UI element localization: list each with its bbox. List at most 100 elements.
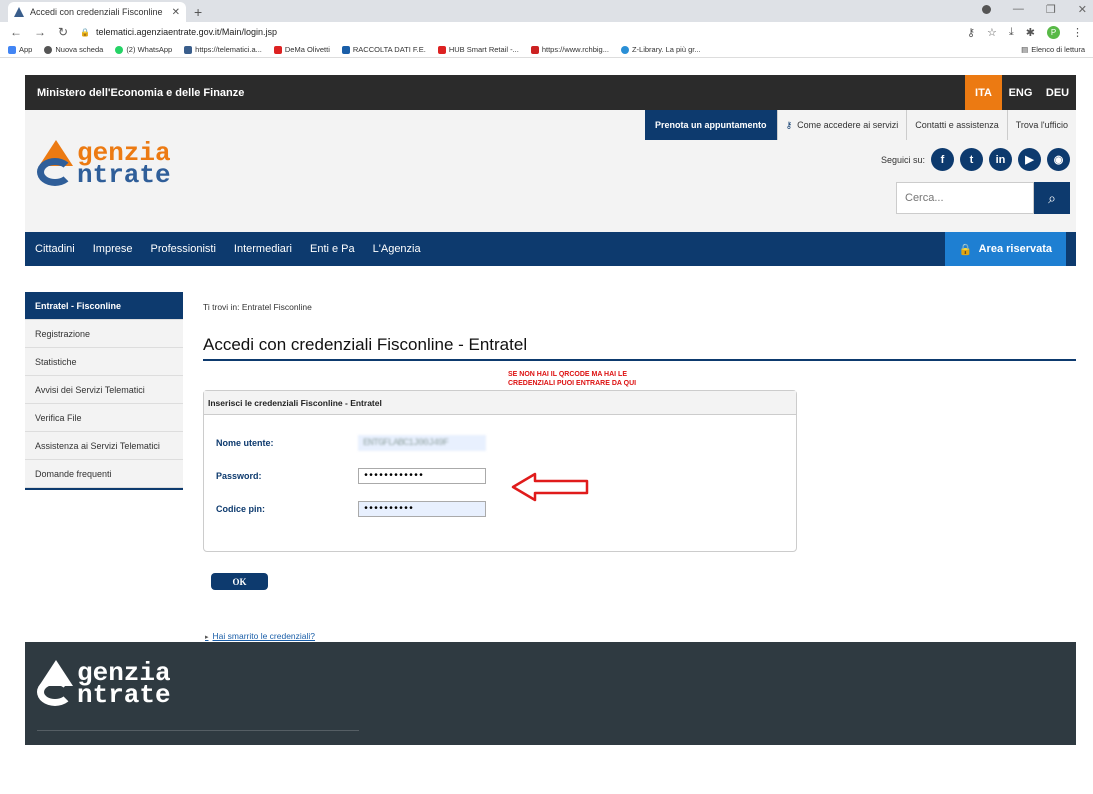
bookmark-item[interactable]: DeMa Olivetti bbox=[273, 45, 330, 54]
facebook-icon[interactable]: f bbox=[931, 148, 954, 171]
chevron-right-icon: ▸ bbox=[205, 634, 209, 641]
reload-button[interactable]: ↻ bbox=[58, 25, 68, 39]
footer-divider bbox=[37, 730, 359, 731]
zlibrary-icon bbox=[620, 45, 629, 54]
bookmark-item[interactable]: https://www.rchbig... bbox=[530, 45, 609, 54]
ministry-name[interactable]: Ministero dell'Economia e delle Finanze bbox=[37, 87, 244, 99]
linkedin-icon[interactable]: in bbox=[989, 148, 1012, 171]
bookmark-apps[interactable]: App bbox=[8, 45, 32, 54]
nav-agenzia[interactable]: L'Agenzia bbox=[373, 243, 421, 255]
agenzia-logo-icon bbox=[37, 660, 75, 708]
extensions-icon[interactable]: ✱ bbox=[1026, 26, 1035, 39]
footer-logo[interactable]: genzia ntrate bbox=[37, 660, 171, 708]
profile-avatar[interactable]: P bbox=[1047, 25, 1060, 39]
browser-tabbar: Accedi con credenziali Fisconline ✕ + — … bbox=[0, 0, 1093, 22]
reading-list-icon: ▤ bbox=[1021, 45, 1029, 54]
site-footer: genzia ntrate bbox=[25, 642, 1076, 745]
olivetti-icon bbox=[273, 45, 282, 54]
nav-professionisti[interactable]: Professionisti bbox=[151, 243, 216, 255]
annotation-note: SE NON HAI IL QRCODE MA HAI LE CREDENZIA… bbox=[508, 371, 637, 387]
trova-ufficio-link[interactable]: Trova l'ufficio bbox=[1006, 110, 1076, 140]
contatti-link[interactable]: Contatti e assistenza bbox=[906, 110, 1007, 140]
close-tab-icon[interactable]: ✕ bbox=[172, 7, 180, 18]
lang-ita[interactable]: ITA bbox=[965, 75, 1002, 110]
hub-icon bbox=[437, 45, 446, 54]
minimize-button[interactable]: — bbox=[1013, 3, 1024, 16]
prenota-button[interactable]: Prenota un appuntamento bbox=[645, 110, 777, 140]
menu-icon[interactable]: ⋮ bbox=[1072, 26, 1083, 39]
sidebar-item-assistenza[interactable]: Assistenza ai Servizi Telematici bbox=[25, 432, 183, 460]
agenzia-logo-icon bbox=[37, 140, 75, 188]
password-field[interactable]: •••••••••••• bbox=[358, 468, 486, 484]
nav-cittadini[interactable]: Cittadini bbox=[35, 243, 75, 255]
ministry-bar: Ministero dell'Economia e delle Finanze … bbox=[25, 75, 1076, 110]
sidebar-item-domande[interactable]: Domande frequenti bbox=[25, 460, 183, 488]
username-label: Nome utente: bbox=[216, 438, 274, 448]
key-icon[interactable]: ⚷ bbox=[967, 26, 975, 39]
breadcrumb: Ti trovi in: Entratel Fisconline bbox=[203, 302, 312, 312]
bookmark-item[interactable]: RACCOLTA DATI F.E. bbox=[341, 45, 426, 54]
search-input[interactable] bbox=[896, 182, 1034, 214]
pin-field[interactable]: •••••••••• bbox=[358, 501, 486, 517]
apps-grid-icon bbox=[8, 45, 16, 54]
sidebar: Entratel - Fisconline Registrazione Stat… bbox=[25, 292, 183, 490]
come-accedere-link[interactable]: ⚷ Come accedere ai servizi bbox=[776, 110, 907, 140]
lock-icon: 🔒 bbox=[958, 243, 973, 256]
nav-enti-pa[interactable]: Enti e Pa bbox=[310, 243, 355, 255]
sidebar-item-entratel[interactable]: Entratel - Fisconline bbox=[25, 292, 183, 320]
star-icon[interactable]: ☆ bbox=[987, 26, 997, 39]
main-area: Ti trovi in: Entratel Fisconline Accedi … bbox=[203, 292, 1076, 641]
link-icon bbox=[341, 45, 350, 54]
agenzia-logo[interactable]: genzia ntrate bbox=[37, 140, 171, 188]
sidebar-item-avvisi[interactable]: Avvisi dei Servizi Telematici bbox=[25, 376, 183, 404]
bookmark-item[interactable]: Z-Library. La più gr... bbox=[620, 45, 701, 54]
search-button[interactable]: ⌕ bbox=[1034, 182, 1070, 214]
site-header: genzia ntrate Prenota un appuntamento ⚷ C… bbox=[25, 110, 1076, 232]
lock-icon: 🔒 bbox=[80, 27, 91, 37]
bookmark-item[interactable]: https://telematici.a... bbox=[184, 45, 262, 54]
bookmark-item[interactable]: Nuova scheda bbox=[44, 45, 103, 54]
rss-icon[interactable]: ◉ bbox=[1047, 148, 1070, 171]
main-nav: Cittadini Imprese Professionisti Interme… bbox=[25, 232, 1076, 266]
download-icon[interactable]: ⤓ bbox=[1009, 26, 1014, 39]
youtube-icon[interactable]: ▶ bbox=[1018, 148, 1041, 171]
forward-button[interactable]: → bbox=[34, 25, 46, 39]
login-panel-title: Inserisci le credenziali Fisconline - En… bbox=[204, 391, 796, 415]
sidebar-item-verifica-file[interactable]: Verifica File bbox=[25, 404, 183, 432]
new-tab-button[interactable]: + bbox=[194, 4, 202, 20]
username-field[interactable]: ENTGFLABC1J00J49F bbox=[358, 435, 486, 451]
twitter-icon[interactable]: t bbox=[960, 148, 983, 171]
password-label: Password: bbox=[216, 471, 262, 481]
bookmarks-bar: App Nuova scheda (2) WhatsApp https://te… bbox=[0, 42, 1093, 58]
top-links: Prenota un appuntamento ⚷ Come accedere a… bbox=[645, 110, 1076, 140]
lang-eng[interactable]: ENG bbox=[1002, 75, 1039, 110]
nav-intermediari[interactable]: Intermediari bbox=[234, 243, 292, 255]
username-row: Nome utente: ENTGFLABC1J00J49F bbox=[216, 435, 486, 451]
sidebar-item-statistiche[interactable]: Statistiche bbox=[25, 348, 183, 376]
bookmark-item[interactable]: HUB Smart Retail -... bbox=[437, 45, 519, 54]
close-window-button[interactable]: ✕ bbox=[1078, 3, 1087, 16]
seguici-label: Seguici su: bbox=[880, 154, 925, 165]
ok-button[interactable]: OK bbox=[211, 573, 268, 590]
sidebar-item-registrazione[interactable]: Registrazione bbox=[25, 320, 183, 348]
password-row: Password: •••••••••••• bbox=[216, 468, 486, 484]
social-links: Seguici su: f t in ▶ ◉ bbox=[881, 148, 1070, 171]
browser-tab[interactable]: Accedi con credenziali Fisconline ✕ bbox=[8, 2, 186, 22]
lang-deu[interactable]: DEU bbox=[1039, 75, 1076, 110]
pin-row: Codice pin: •••••••••• bbox=[216, 501, 486, 517]
key-icon: ⚷ bbox=[785, 119, 793, 130]
search-icon: ⌕ bbox=[1048, 189, 1056, 206]
address-bar: ← → ↻ 🔒 telematici.agenziaentrate.gov.it… bbox=[0, 22, 1093, 42]
record-icon[interactable] bbox=[981, 5, 991, 14]
site-search: ⌕ bbox=[896, 182, 1070, 214]
reading-list[interactable]: ▤ Elenco di lettura bbox=[1021, 45, 1085, 54]
bookmark-item[interactable]: (2) WhatsApp bbox=[115, 45, 172, 54]
globe-icon bbox=[44, 45, 53, 54]
lost-credentials-link[interactable]: ▸ Hai smarrito le credenziali? bbox=[205, 631, 315, 641]
back-button[interactable]: ← bbox=[10, 25, 22, 39]
whatsapp-icon bbox=[115, 45, 124, 54]
url-field[interactable]: 🔒 telematici.agenziaentrate.gov.it/Main/… bbox=[80, 27, 955, 37]
maximize-button[interactable]: ❐ bbox=[1046, 3, 1056, 16]
nav-imprese[interactable]: Imprese bbox=[93, 243, 133, 255]
area-riservata-button[interactable]: 🔒 Area riservata bbox=[944, 232, 1066, 266]
